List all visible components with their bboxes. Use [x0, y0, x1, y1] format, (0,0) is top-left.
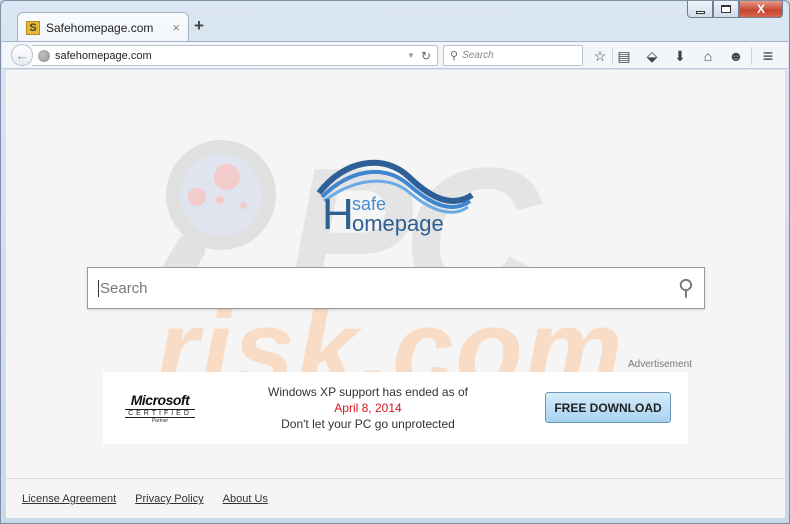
menu-icon[interactable]: ≡ — [758, 46, 778, 66]
reload-icon[interactable]: ↻ — [421, 49, 431, 63]
close-window-button[interactable]: X — [739, 1, 783, 18]
logo-letter: H — [322, 190, 354, 239]
new-tab-button[interactable]: + — [194, 16, 204, 36]
url-bar[interactable]: safehomepage.com ▼ ↻ — [32, 45, 438, 66]
search-submit-icon[interactable]: ⚲ — [678, 275, 694, 301]
browser-window: X S Safehomepage.com × + safehomepage.co… — [0, 0, 790, 524]
microsoft-certified-logo: Microsoft CERTIFIED Partner — [125, 392, 195, 424]
ad-line-1: Windows XP support has ended as of — [268, 385, 468, 399]
ad-message: Windows XP support has ended as of April… — [253, 384, 483, 432]
tab-close-icon[interactable]: × — [172, 20, 180, 35]
main-search-box: ⚲ — [87, 267, 705, 309]
tab-safehomepage[interactable]: S Safehomepage.com × — [17, 12, 189, 42]
browser-search-box[interactable]: ⚲ Search — [443, 45, 583, 66]
main-search-input[interactable] — [98, 279, 678, 297]
toolbar-separator — [612, 47, 613, 65]
pocket-icon[interactable]: ⬙ — [642, 46, 662, 66]
ad-line-3: Don't let your PC go unprotected — [281, 417, 455, 431]
home-icon[interactable]: ⌂ — [698, 46, 718, 66]
back-button[interactable]: ← — [11, 44, 33, 66]
license-agreement-link[interactable]: License Agreement — [22, 493, 116, 505]
ad-date: April 8, 2014 — [334, 401, 402, 415]
ms-certified: CERTIFIED — [125, 409, 195, 418]
url-dropdown-icon[interactable]: ▼ — [407, 51, 415, 60]
advertisement-label: Advertisement — [628, 359, 692, 370]
bookmark-star-icon[interactable]: ☆ — [590, 46, 610, 66]
maximize-icon — [721, 5, 731, 13]
watermark-magnifier-icon — [166, 140, 276, 250]
favicon-icon: S — [26, 20, 40, 35]
footer-divider — [6, 478, 785, 479]
toolbar-separator — [751, 47, 752, 65]
page-content: PC risk.com H safe omepage ⚲ Advertiseme… — [6, 70, 785, 518]
reading-list-icon[interactable]: ▤ — [614, 46, 634, 66]
chat-icon[interactable]: ☻ — [726, 46, 746, 66]
privacy-policy-link[interactable]: Privacy Policy — [135, 493, 203, 505]
back-arrow-icon: ← — [15, 47, 29, 63]
about-us-link[interactable]: About Us — [223, 493, 268, 505]
maximize-button[interactable] — [713, 1, 739, 18]
logo-homepage: omepage — [352, 211, 444, 236]
window-controls: X — [687, 1, 783, 18]
search-placeholder: Search — [462, 50, 494, 61]
navigation-toolbar: safehomepage.com ▼ ↻ ← ⚲ Search ☆ ▤ ⬙ ⬇ … — [2, 41, 788, 69]
minimize-icon — [695, 10, 705, 14]
ms-partner: Partner — [151, 418, 169, 424]
search-icon: ⚲ — [450, 50, 459, 62]
tab-title: Safehomepage.com — [46, 20, 154, 35]
footer-links: License Agreement Privacy Policy About U… — [22, 493, 268, 505]
ms-brand: Microsoft — [130, 392, 190, 408]
safehomepage-logo: H safe omepage — [314, 155, 474, 245]
minimize-button[interactable] — [687, 1, 713, 18]
free-download-button[interactable]: FREE DOWNLOAD — [545, 392, 671, 423]
advertisement-banner[interactable]: Microsoft CERTIFIED Partner Windows XP s… — [103, 372, 688, 444]
download-icon[interactable]: ⬇ — [670, 46, 690, 66]
globe-icon — [38, 49, 50, 62]
close-icon: X — [756, 2, 765, 16]
url-text[interactable]: safehomepage.com — [55, 50, 407, 62]
